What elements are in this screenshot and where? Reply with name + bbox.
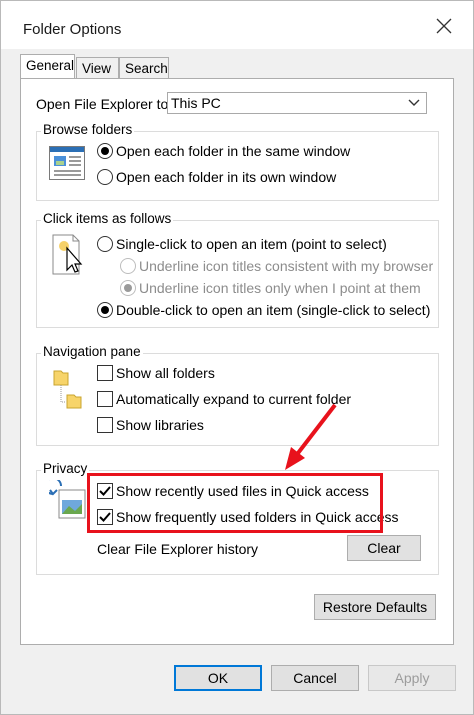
- folder-options-dialog: Folder Options General View Search Open …: [0, 0, 474, 715]
- browse-folders-title: Browse folders: [41, 122, 135, 137]
- checkbox-show-libraries[interactable]: [97, 417, 113, 433]
- clear-history-label: Clear File Explorer history: [97, 541, 259, 557]
- chevron-down-icon: [407, 96, 421, 110]
- own-window-label: Open each folder in its own window: [116, 169, 337, 185]
- restore-defaults-button[interactable]: Restore Defaults: [314, 594, 436, 620]
- apply-button[interactable]: Apply: [368, 665, 456, 691]
- navigation-pane-title: Navigation pane: [41, 344, 143, 359]
- folder-tree-icon: [53, 368, 83, 413]
- radio-underline-point[interactable]: [120, 280, 136, 296]
- radio-own-window[interactable]: [97, 169, 113, 185]
- tab-view-label: View: [82, 61, 112, 76]
- tab-view[interactable]: View: [76, 57, 119, 79]
- click-pointer-icon: [51, 234, 85, 279]
- open-explorer-select[interactable]: This PC: [167, 92, 427, 114]
- tab-general[interactable]: General: [20, 54, 75, 79]
- browse-folders-group: [36, 131, 439, 201]
- underline-browser-label: Underline icon titles consistent with my…: [139, 258, 434, 274]
- radio-single-click[interactable]: [97, 236, 113, 252]
- open-explorer-label: Open File Explorer to:: [36, 96, 173, 112]
- file-history-icon: [44, 477, 89, 523]
- radio-underline-browser[interactable]: [120, 258, 136, 274]
- show-libraries-label: Show libraries: [116, 417, 204, 433]
- annotation-arrow: [285, 403, 337, 470]
- close-icon[interactable]: [429, 11, 459, 41]
- tab-search[interactable]: Search: [119, 57, 169, 79]
- underline-point-label: Underline icon titles only when I point …: [139, 280, 421, 296]
- click-items-title: Click items as follows: [41, 211, 174, 226]
- ok-button[interactable]: OK: [174, 665, 262, 691]
- same-window-label: Open each folder in the same window: [116, 143, 351, 159]
- radio-same-window[interactable]: [97, 143, 113, 159]
- open-explorer-value: This PC: [171, 95, 221, 111]
- tab-search-label: Search: [125, 61, 168, 76]
- privacy-title: Privacy: [41, 461, 90, 476]
- double-click-label: Double-click to open an item (single-cli…: [116, 302, 431, 318]
- checkbox-show-all-folders[interactable]: [97, 365, 113, 381]
- tab-general-label: General: [26, 58, 75, 73]
- title-bar: Folder Options: [1, 1, 473, 49]
- show-all-folders-label: Show all folders: [116, 365, 215, 381]
- single-click-label: Single-click to open an item (point to s…: [116, 236, 387, 252]
- clear-button[interactable]: Clear: [347, 535, 421, 561]
- cancel-button[interactable]: Cancel: [271, 665, 359, 691]
- window-title: Folder Options: [23, 21, 122, 38]
- radio-double-click[interactable]: [97, 302, 113, 318]
- browse-folders-icon: [49, 146, 85, 183]
- annotation-highlight-box: [87, 473, 383, 533]
- checkbox-expand-current[interactable]: [97, 391, 113, 407]
